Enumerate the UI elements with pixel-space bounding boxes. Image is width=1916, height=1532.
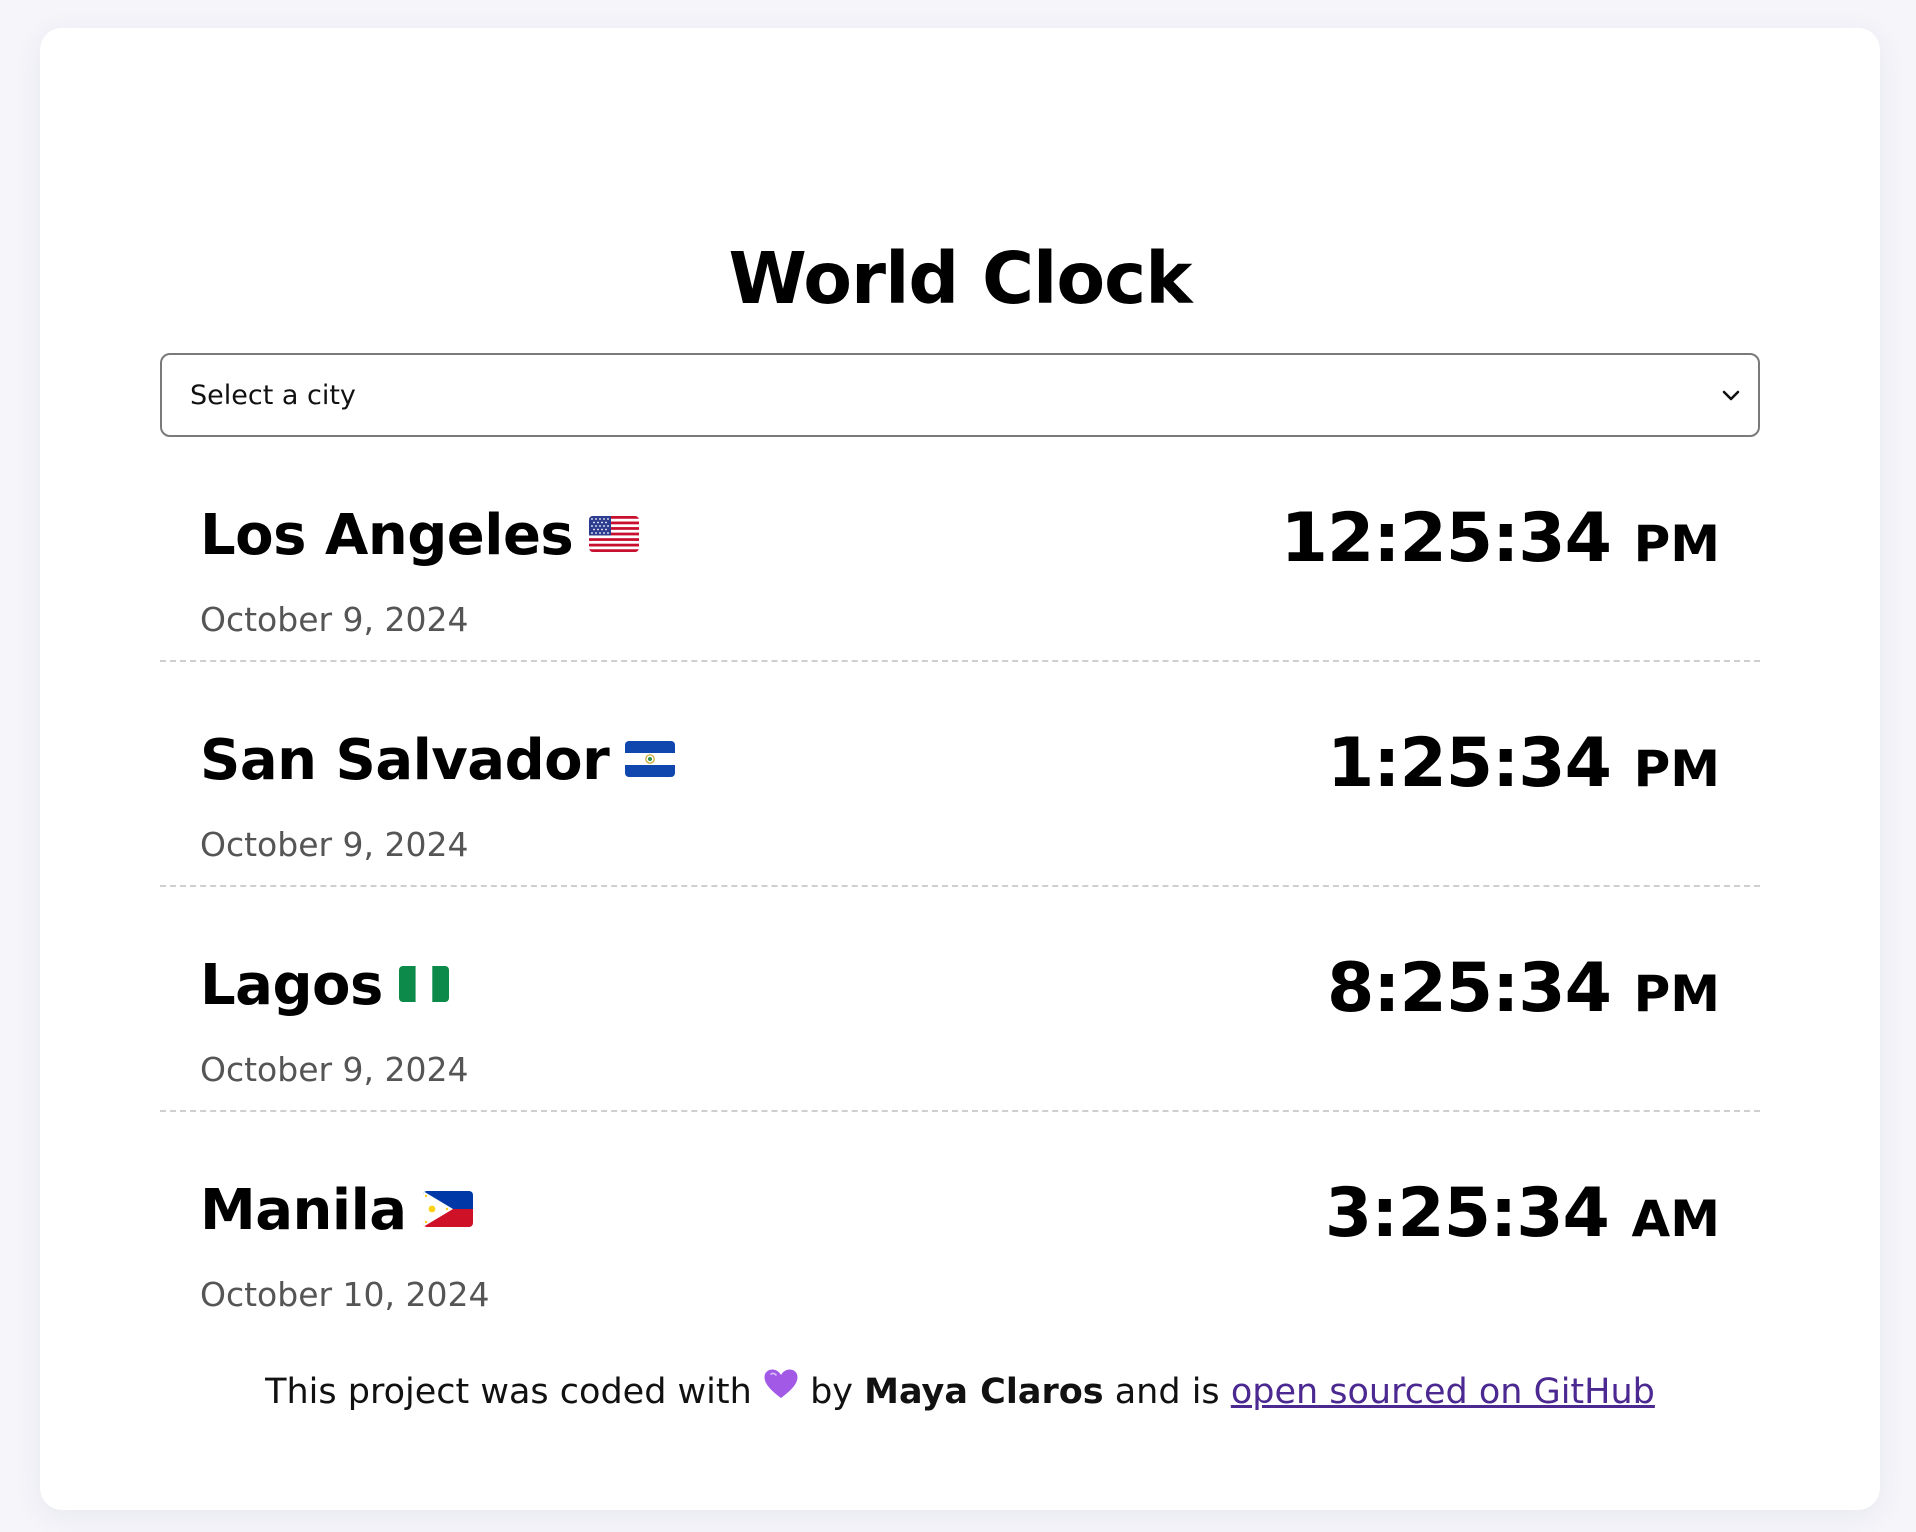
github-link[interactable]: open sourced on GitHub [1231, 1372, 1655, 1412]
city-time: 3:25:34 AM [1324, 1174, 1720, 1253]
city-name: San Salvador [200, 728, 676, 794]
city-row: San Salvador October 9, 2024 1:25:34 PM [160, 662, 1760, 887]
city-row: Manila October 10, 2024 3:25:34 AM [160, 1112, 1760, 1337]
purple-heart-icon [763, 1367, 799, 1411]
city-row: Lagos October 9, 2024 8:25:34 PM [160, 887, 1760, 1112]
footer-author: Maya Claros [864, 1372, 1104, 1412]
footer-middle: and is [1114, 1372, 1220, 1412]
philippines-flag-icon [422, 1190, 473, 1227]
nigeria-flag-icon [398, 965, 449, 1002]
city-select-value: Select a city [190, 379, 356, 411]
world-clock-card: World Clock Select a city Los Angeles Oc… [40, 28, 1880, 1510]
us-flag-icon [589, 515, 640, 552]
page-title: World Clock [728, 237, 1193, 320]
city-date: October 9, 2024 [200, 600, 469, 639]
city-time: 12:25:34 PM [1280, 499, 1720, 578]
city-name: Lagos [200, 953, 449, 1019]
city-list: Los Angeles October 9, 2024 12:25:34 PM … [160, 437, 1760, 1337]
city-select[interactable]: Select a city [160, 353, 1760, 437]
city-time: 1:25:34 PM [1326, 724, 1720, 803]
city-date: October 9, 2024 [200, 825, 469, 864]
city-date: October 10, 2024 [200, 1275, 490, 1314]
city-name: Los Angeles [200, 503, 640, 569]
footer-credit: This project was coded with by Maya Clar… [40, 1367, 1880, 1415]
footer-prefix: This project was coded with [265, 1372, 752, 1412]
city-date: October 9, 2024 [200, 1050, 469, 1089]
city-name: Manila [200, 1178, 473, 1244]
footer-by: by [810, 1372, 854, 1412]
el-salvador-flag-icon [625, 740, 676, 777]
city-time: 8:25:34 PM [1326, 949, 1720, 1028]
city-row: Los Angeles October 9, 2024 12:25:34 PM [160, 437, 1760, 662]
chevron-down-icon [1718, 382, 1744, 408]
